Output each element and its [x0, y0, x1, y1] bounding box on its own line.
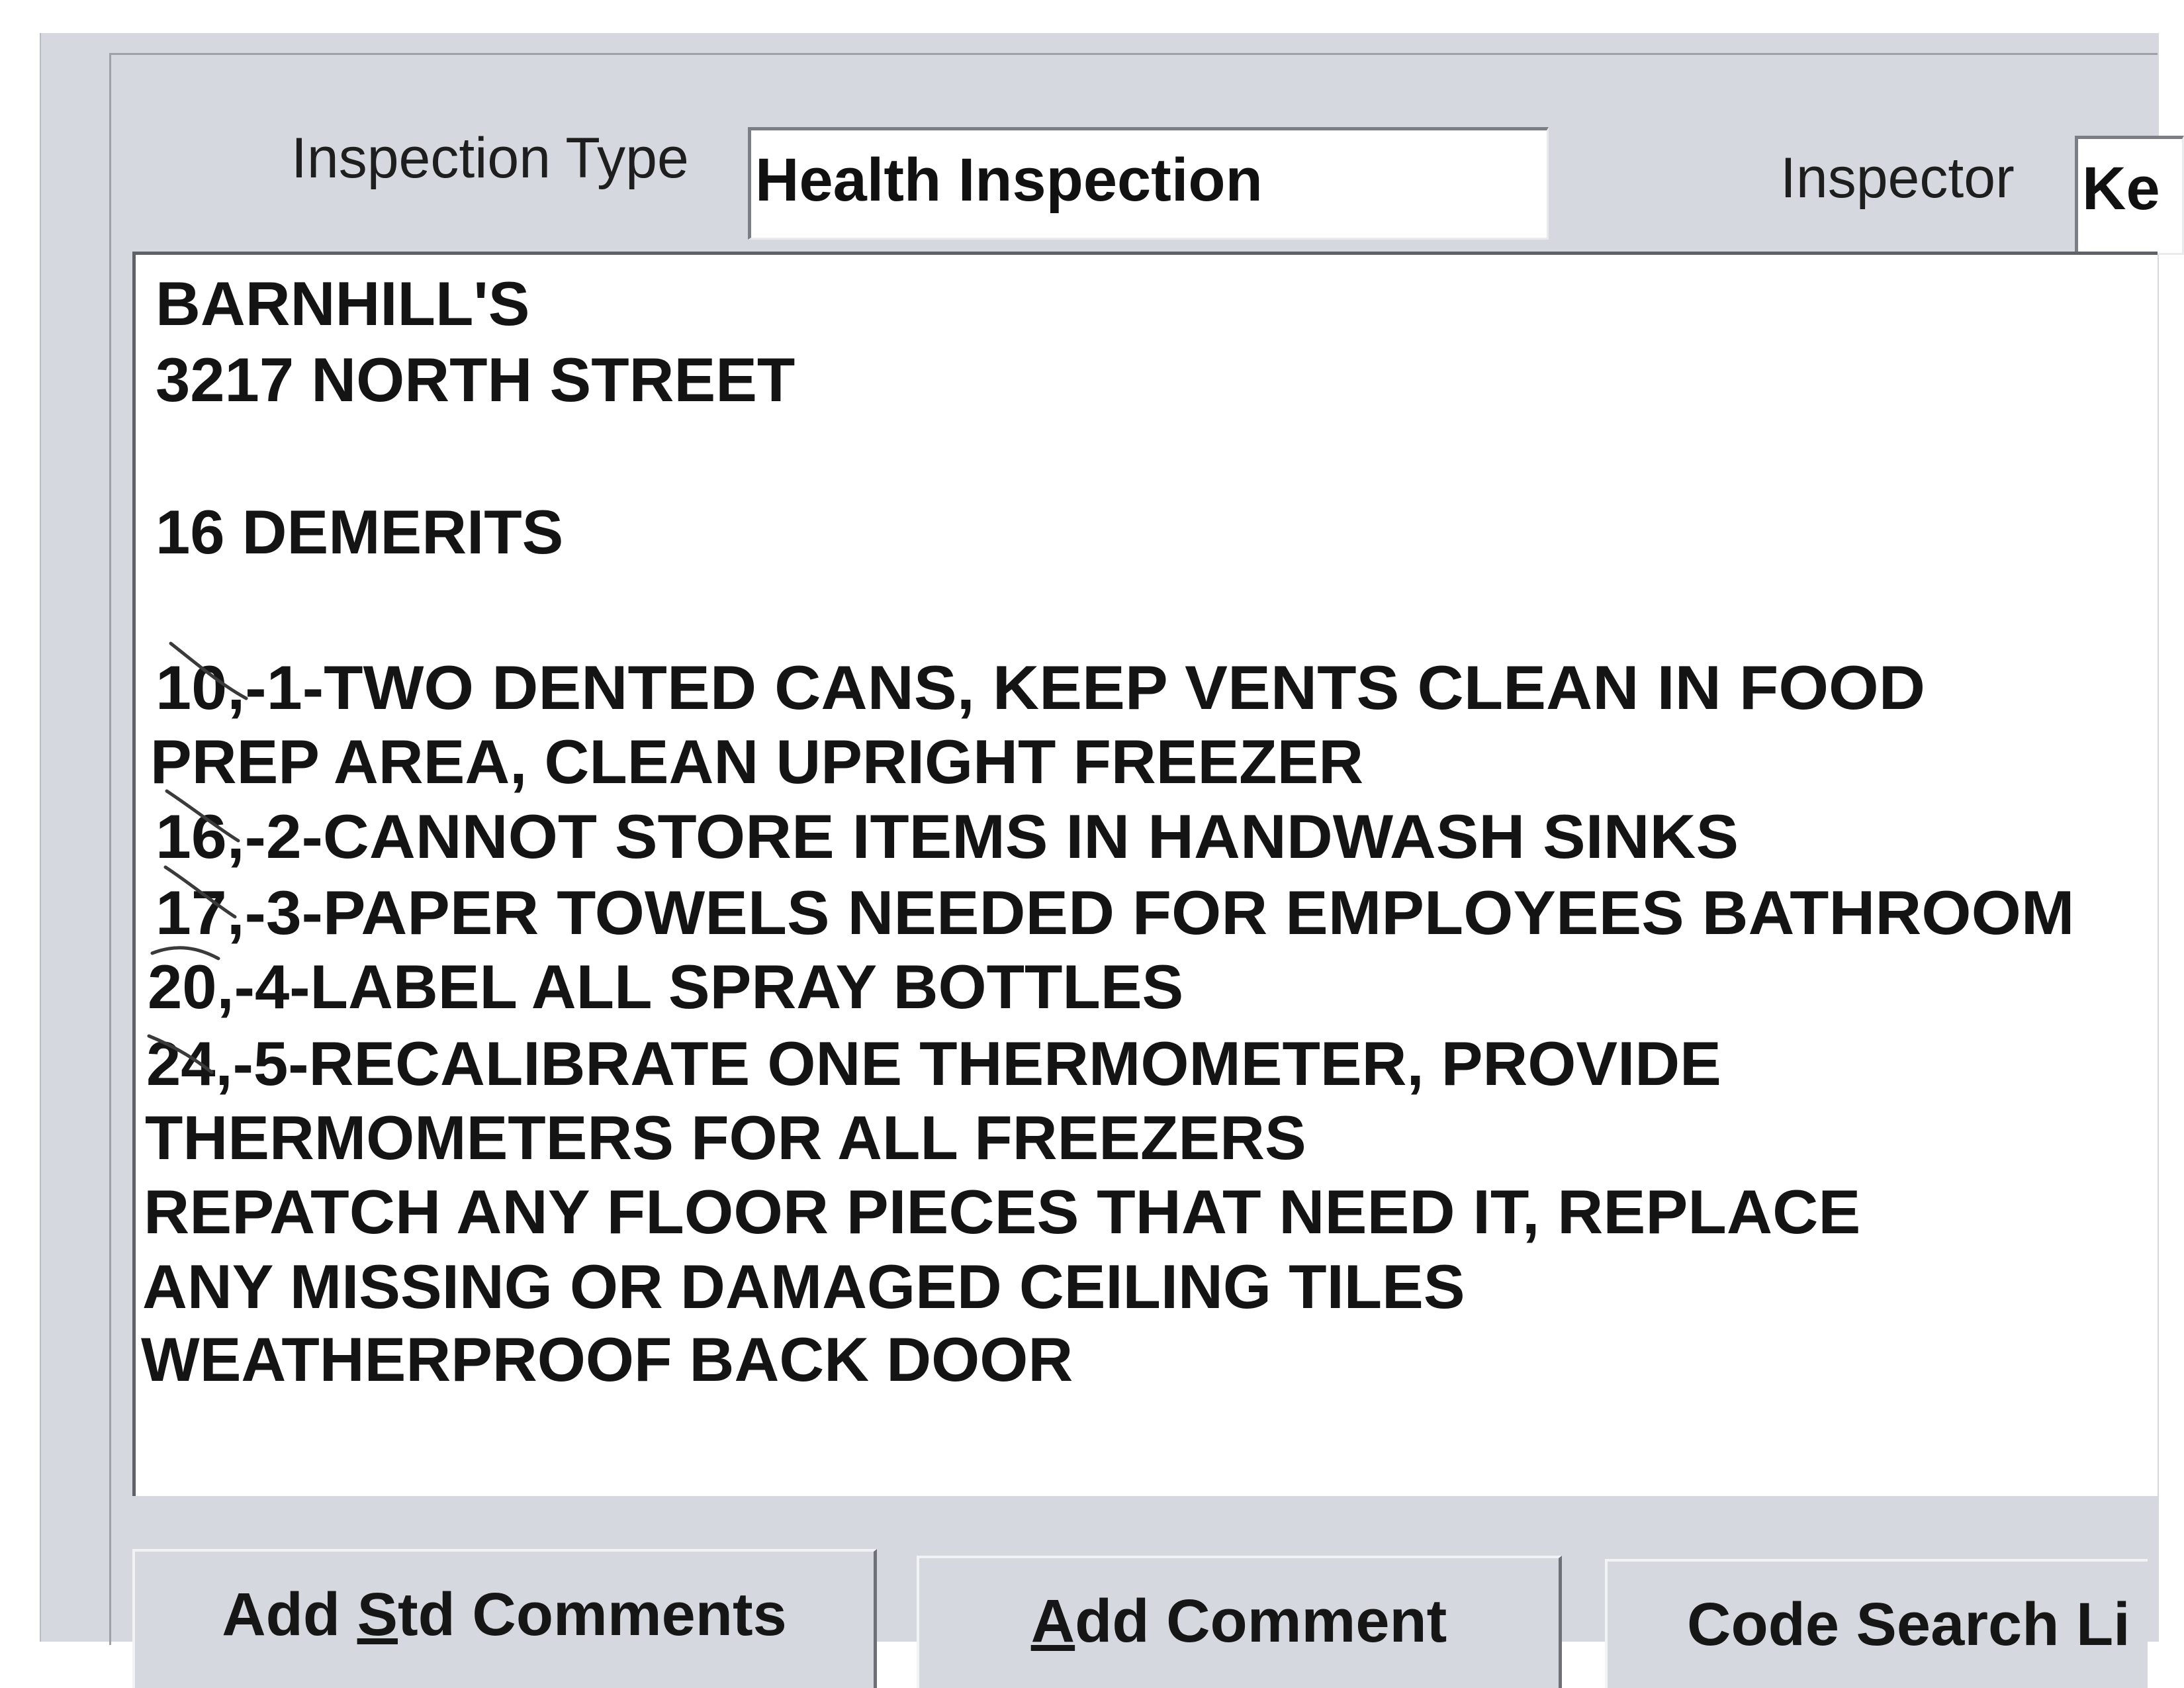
- inspector-label: Inspector: [1780, 146, 2015, 210]
- comment-line: 17,-3-PAPER TOWELS NEEDED FOR EMPLOYEES …: [156, 878, 2075, 947]
- button-label: Add: [222, 1581, 357, 1648]
- comment-line: 10,-1-TWO DENTED CANS, KEEP VENTS CLEAN …: [156, 653, 1925, 722]
- comment-line: ANY MISSING OR DAMAGED CEILING TILES: [142, 1252, 1465, 1321]
- comment-line: BARNHILL'S: [156, 269, 530, 338]
- mnemonic-letter: S: [357, 1581, 398, 1648]
- button-label: dd Comment: [1075, 1587, 1447, 1655]
- add-comment-button[interactable]: Add Comment: [917, 1556, 1562, 1688]
- comment-line: PREP AREA, CLEAN UPRIGHT FREEZER: [150, 727, 1364, 796]
- inspection-type-label: Inspection Type: [291, 126, 689, 190]
- mnemonic-letter: A: [1030, 1587, 1075, 1655]
- comment-line: THERMOMETERS FOR ALL FREEZERS: [145, 1103, 1306, 1172]
- inspection-type-field[interactable]: Health Inspection: [748, 127, 1549, 240]
- comment-line: 16 DEMERITS: [156, 497, 564, 567]
- comments-textarea[interactable]: BARNHILL'S 3217 NORTH STREET 16 DEMERITS…: [132, 252, 2158, 1496]
- comment-line: REPATCH ANY FLOOR PIECES THAT NEED IT, R…: [144, 1177, 1861, 1246]
- button-label: Code Search Li: [1687, 1591, 2130, 1658]
- comment-line: 3217 NORTH STREET: [156, 345, 796, 414]
- comment-line: 24,-5-RECALIBRATE ONE THERMOMETER, PROVI…: [146, 1029, 1721, 1098]
- comment-line: 20,-4-LABEL ALL SPRAY BOTTLES: [148, 952, 1184, 1021]
- inspector-field[interactable]: Ke: [2075, 136, 2184, 255]
- button-label: td Comments: [397, 1581, 787, 1648]
- comment-line: WEATHERPROOF BACK DOOR: [141, 1325, 1073, 1394]
- comment-line: 16,-2-CANNOT STORE ITEMS IN HANDWASH SIN…: [156, 802, 1739, 871]
- add-std-comments-button[interactable]: Add Std Comments: [132, 1549, 877, 1688]
- code-search-button[interactable]: Code Search Li: [1605, 1559, 2148, 1688]
